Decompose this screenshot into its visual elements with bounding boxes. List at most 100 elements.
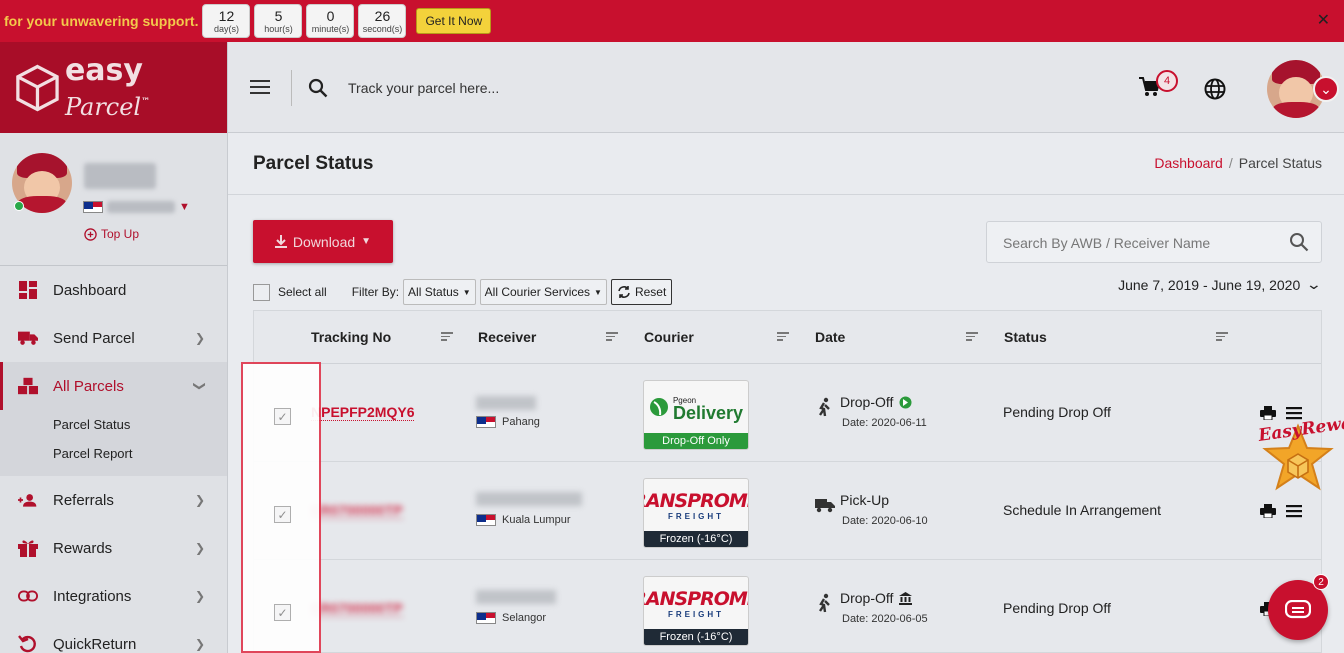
status-filter-dropdown[interactable]: All Status ▼ xyxy=(403,279,476,305)
sort-icon[interactable] xyxy=(966,332,978,341)
print-icon[interactable] xyxy=(1260,504,1276,518)
receiver-name-redacted xyxy=(476,396,536,410)
chevron-down-icon: ❯ xyxy=(192,380,207,392)
sidebar-subitem-parcel-status[interactable]: Parcel Status xyxy=(0,410,227,439)
close-icon[interactable]: ✕ xyxy=(1317,10,1330,30)
receiver-state: Selangor xyxy=(476,612,546,624)
select-all-label: Select all xyxy=(278,285,327,299)
sidebar-item-send-parcel[interactable]: Send Parcel ❯ xyxy=(0,314,227,362)
plus-circle-icon xyxy=(84,227,97,241)
table-row[interactable]: NPEPFP2MQY6 Pahang Pgeon Delivery Drop-Of… xyxy=(254,364,1321,462)
more-menu-icon[interactable] xyxy=(1286,504,1302,518)
chevron-right-icon: ❯ xyxy=(194,493,205,507)
date-type: Pick-Up xyxy=(840,492,890,508)
dashboard-icon xyxy=(18,281,38,299)
sort-icon[interactable] xyxy=(441,332,453,341)
select-all-checkbox[interactable] xyxy=(253,283,270,301)
page-title: Parcel Status xyxy=(253,153,374,174)
sidebar-item-label: Referrals xyxy=(53,491,114,509)
countdown-unit: hour(s) xyxy=(264,23,293,34)
sort-icon[interactable] xyxy=(1216,332,1228,341)
tracking-number-link[interactable]: ER0700000TP xyxy=(311,600,403,617)
link-icon xyxy=(18,587,38,605)
sidebar-item-dashboard[interactable]: Dashboard xyxy=(0,266,227,314)
date-value: Date: 2020-06-10 xyxy=(842,515,928,527)
receiver-name-redacted xyxy=(476,590,556,604)
column-header-receiver[interactable]: Receiver xyxy=(478,311,536,363)
breadcrumb-current: Parcel Status xyxy=(1238,155,1322,171)
row-actions xyxy=(1260,504,1302,518)
logo-wordmark: easy Parcel™ xyxy=(65,53,227,123)
profile-country[interactable]: ▼ xyxy=(83,201,190,213)
sidebar-item-all-parcels[interactable]: All Parcels ❯ xyxy=(0,362,227,410)
profile-name-redacted xyxy=(84,163,156,189)
table-row[interactable]: ER0700000TP Kuala Lumpur TRANSPROMPTFREI… xyxy=(254,462,1321,560)
tracking-number-link[interactable]: NPEPFP2MQY6 xyxy=(311,404,415,421)
awb-search-input[interactable] xyxy=(1003,232,1283,254)
date-range-picker[interactable]: June 7, 2019 - June 19, 2020 ⌄ xyxy=(1118,276,1322,293)
courier-subname: FREIGHT xyxy=(667,511,725,521)
page-header: Parcel Status Dashboard / Parcel Status xyxy=(228,133,1344,195)
sidebar-item-integrations[interactable]: Integrations ❯ xyxy=(0,572,227,620)
main-content: Parcel Status Dashboard / Parcel Status Do… xyxy=(228,133,1344,653)
globe-icon[interactable] xyxy=(1204,78,1226,100)
countdown-unit: second(s) xyxy=(362,23,403,34)
countdown-hours: 5 hour(s) xyxy=(254,4,303,38)
parcel-status: Pending Drop Off xyxy=(1003,600,1111,616)
search-icon[interactable] xyxy=(308,78,328,98)
column-header-date[interactable]: Date xyxy=(815,311,845,363)
countdown-value: 26 xyxy=(374,7,391,24)
sidebar-item-label: Dashboard xyxy=(53,281,127,299)
top-bar: 4 ⌄ xyxy=(228,42,1344,133)
sidebar: easy Parcel™ ▼ Top Up Dashboard Send Par… xyxy=(0,42,228,653)
sidebar-item-rewards[interactable]: Rewards ❯ xyxy=(0,524,227,572)
chat-bubble-icon xyxy=(1285,600,1311,619)
tracking-number-link[interactable]: ER0700000TP xyxy=(311,502,403,519)
reset-button[interactable]: Reset xyxy=(610,279,673,305)
box-logo-icon xyxy=(16,64,59,111)
courier-filter-dropdown[interactable]: All Courier Services ▼ xyxy=(479,279,607,305)
date-value: Date: 2020-06-05 xyxy=(842,613,928,625)
chevron-right-icon: ❯ xyxy=(194,589,205,603)
sidebar-nav: Dashboard Send Parcel ❯ All Parcels ❯ Pa… xyxy=(0,266,227,653)
logo-tm: ™ xyxy=(141,96,151,107)
chevron-down-icon: ▼ xyxy=(361,236,372,247)
countdown-days: 12 day(s) xyxy=(202,4,251,38)
date-type: Drop-Off xyxy=(840,394,912,410)
column-header-courier[interactable]: Courier xyxy=(644,311,694,363)
date-type: Drop-Off xyxy=(840,590,913,606)
search-icon[interactable] xyxy=(1289,232,1309,252)
sort-icon[interactable] xyxy=(606,332,618,341)
countdown-unit: minute(s) xyxy=(311,23,350,34)
hamburger-menu-icon[interactable] xyxy=(250,80,270,96)
row-checkbox[interactable]: ✓ xyxy=(274,408,291,425)
caret-down-icon: ▼ xyxy=(462,287,471,297)
easyreward-widget[interactable]: EasyReward xyxy=(1257,410,1344,498)
sidebar-subitem-parcel-report[interactable]: Parcel Report xyxy=(0,439,227,476)
table-row[interactable]: ER0700000TP Selangor TRANSPROMPTFREIGHT … xyxy=(254,560,1321,653)
bank-icon xyxy=(899,591,913,605)
promo-banner: for your unwavering support. 12 day(s) 5… xyxy=(0,0,1344,42)
breadcrumb-separator: / xyxy=(1228,155,1233,171)
breadcrumb-dashboard[interactable]: Dashboard xyxy=(1154,155,1223,171)
track-parcel-input[interactable] xyxy=(348,74,748,102)
top-up-link[interactable]: Top Up xyxy=(84,227,139,241)
account-dropdown-chevron-icon[interactable]: ⌄ xyxy=(1313,76,1339,102)
row-checkbox[interactable]: ✓ xyxy=(274,506,291,523)
sidebar-item-label: QuickReturn xyxy=(53,635,137,653)
malaysia-flag-icon xyxy=(476,612,496,624)
column-header-tracking[interactable]: Tracking No xyxy=(311,311,391,363)
receiver-state: Pahang xyxy=(476,416,540,428)
chevron-right-icon: ❯ xyxy=(194,331,205,345)
get-it-now-button[interactable]: Get It Now xyxy=(416,8,492,34)
refresh-icon xyxy=(618,286,630,298)
profile-id-redacted xyxy=(107,201,175,213)
sort-icon[interactable] xyxy=(777,332,789,341)
parcel-status: Schedule In Arrangement xyxy=(1003,502,1161,518)
download-button[interactable]: Download ▼ xyxy=(253,220,393,263)
column-header-status[interactable]: Status xyxy=(1004,311,1047,363)
brand-logo[interactable]: easy Parcel™ xyxy=(0,42,227,133)
sidebar-item-referrals[interactable]: Referrals ❯ xyxy=(0,476,227,524)
sidebar-item-quickreturn[interactable]: QuickReturn ❯ xyxy=(0,620,227,653)
row-checkbox[interactable]: ✓ xyxy=(274,604,291,621)
